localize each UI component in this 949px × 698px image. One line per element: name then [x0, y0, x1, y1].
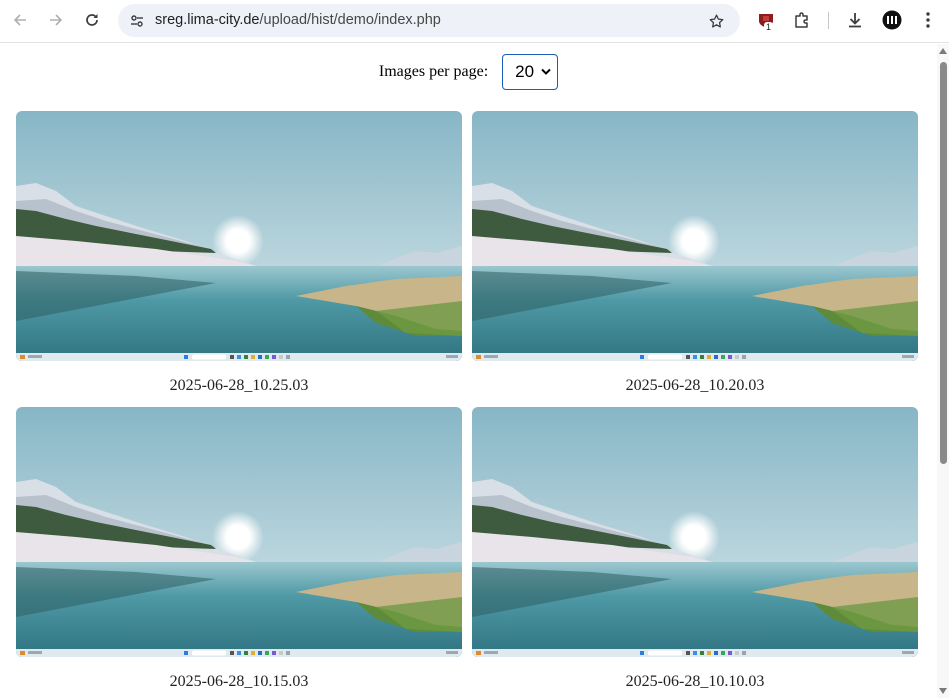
downloads-button[interactable]	[841, 6, 869, 34]
screenshot-thumbnail[interactable]	[16, 407, 462, 657]
image-card[interactable]: 2025-06-28_10.10.03	[472, 407, 918, 690]
site-settings-button[interactable]	[126, 10, 148, 32]
toolbar-separator	[828, 12, 829, 29]
per-page-control: Images per page: 20	[0, 54, 937, 90]
vertical-scrollbar[interactable]	[937, 44, 949, 698]
image-card[interactable]: 2025-06-28_10.20.03	[472, 111, 918, 394]
screenshot-thumbnail[interactable]	[472, 111, 918, 361]
site-settings-icon	[131, 15, 143, 27]
url-host: sreg.lima-city.de	[155, 12, 260, 28]
back-arrow-icon	[13, 14, 26, 26]
reload-icon	[86, 14, 98, 26]
per-page-select[interactable]: 20	[502, 54, 559, 90]
address-bar[interactable]: sreg.lima-city.de/upload/hist/demo/index…	[118, 4, 740, 37]
image-card[interactable]: 2025-06-28_10.15.03	[16, 407, 462, 690]
per-page-label: Images per page:	[378, 63, 489, 80]
back-button[interactable]	[6, 6, 34, 34]
reload-button[interactable]	[78, 6, 106, 34]
scroll-down-arrow-icon[interactable]	[939, 688, 947, 694]
forward-arrow-icon	[50, 14, 63, 26]
image-caption: 2025-06-28_10.15.03	[169, 673, 309, 690]
url-path: /upload/hist/demo/index.php	[259, 12, 441, 28]
profile-icon	[882, 10, 902, 30]
url-text[interactable]: sreg.lima-city.de/upload/hist/demo/index…	[155, 12, 441, 28]
scroll-up-arrow-icon[interactable]	[939, 48, 947, 54]
chevron-down-icon	[541, 68, 551, 75]
scrollbar-thumb[interactable]	[940, 62, 947, 464]
download-icon	[849, 13, 861, 28]
forward-button[interactable]	[42, 6, 70, 34]
image-caption: 2025-06-28_10.20.03	[625, 377, 765, 394]
image-caption: 2025-06-28_10.25.03	[169, 377, 309, 394]
screenshot-thumbnail[interactable]	[472, 407, 918, 657]
more-vert-icon	[926, 12, 930, 28]
browser-toolbar: sreg.lima-city.de/upload/hist/demo/index…	[0, 0, 949, 43]
menu-button[interactable]	[914, 6, 942, 34]
profile-button[interactable]	[878, 6, 906, 34]
image-caption: 2025-06-28_10.10.03	[625, 673, 765, 690]
image-card[interactable]: 2025-06-28_10.25.03	[16, 111, 462, 394]
extensions-button[interactable]	[788, 6, 816, 34]
bookmark-button[interactable]	[706, 11, 726, 31]
page-content: Images per page: 20 2025-06-28_10.25.03 …	[0, 44, 937, 698]
bookmark-star-icon	[709, 13, 723, 28]
screenshot-thumbnail[interactable]	[16, 111, 462, 361]
puzzle-extensions-icon	[795, 12, 808, 28]
extension-badge: 1	[764, 22, 774, 32]
per-page-value: 20	[515, 62, 535, 81]
